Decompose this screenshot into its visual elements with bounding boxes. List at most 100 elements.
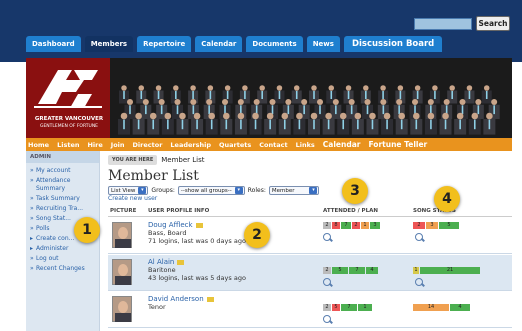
sidebar-heading: ADMIN	[26, 151, 99, 163]
member-role: Bass, Board	[148, 229, 187, 237]
tab-repertoire[interactable]: Repertoire	[137, 36, 192, 52]
attendance-segment: 7	[341, 304, 357, 311]
member-photo[interactable]	[112, 296, 132, 322]
sidebar-item-recent-changes[interactable]: Recent Changes	[26, 264, 99, 274]
nav-hire[interactable]: Hire	[87, 141, 102, 149]
mail-icon[interactable]	[206, 296, 214, 302]
member-name[interactable]: Doug Affleck	[148, 221, 203, 229]
member-role: Tenor	[148, 303, 166, 311]
sidebar-item-attendance-summary[interactable]: Attendance Summary	[26, 176, 99, 194]
attendance-bars: 2 8 7 2 1 3	[323, 222, 380, 229]
song-segment: 2	[413, 222, 425, 229]
sidebar-item-my-account[interactable]: My account	[26, 166, 99, 176]
breadcrumb-tag: YOU ARE HERE	[108, 155, 158, 165]
attendance-segment: 8	[332, 222, 340, 229]
sidebar-item-task-summary[interactable]: Task Summary	[26, 194, 99, 204]
nav-links[interactable]: Links	[296, 141, 315, 149]
song-segment: 14	[413, 304, 449, 311]
member-photo[interactable]	[112, 259, 132, 285]
member-name[interactable]: Al Alain	[148, 258, 185, 266]
nav-quartets[interactable]: Quartets	[219, 141, 251, 149]
site-logo[interactable]: GREATER VANCOUVER GENTLEMEN OF FORTUNE	[26, 58, 110, 138]
nav-home[interactable]: Home	[28, 141, 49, 149]
groups-label: Groups:	[151, 187, 175, 194]
magnifier-icon[interactable]	[415, 278, 423, 286]
song-segment: 4	[450, 304, 470, 311]
tab-news[interactable]: News	[306, 36, 340, 52]
attendance-segment: 1	[358, 304, 372, 311]
table-row: Al Alain Baritone 43 logins, last was 5 …	[108, 255, 512, 291]
search-input[interactable]	[414, 18, 472, 30]
groups-select[interactable]: --show all groups--	[177, 186, 245, 195]
tab-calendar[interactable]: Calendar	[195, 36, 243, 52]
attendance-segment: 7	[341, 222, 351, 229]
view-select[interactable]: List View	[108, 186, 149, 195]
main-tabs: Dashboard Members Repertoire Calendar Do…	[26, 36, 443, 52]
site-navigation: Home Listen Hire Join Director Leadershi…	[26, 138, 512, 151]
create-user-link[interactable]: Create new user	[108, 195, 157, 202]
member-role: Baritone	[148, 266, 176, 274]
table-row: Doug Affleck Bass, Board 71 logins, last…	[108, 218, 512, 254]
attendance-bars: 2 5 7 4	[323, 267, 378, 274]
member-logins: 43 logins, last was 5 days ago	[148, 274, 246, 282]
nav-leadership[interactable]: Leadership	[170, 141, 211, 149]
member-logins: 71 logins, last was 0 days ago	[148, 237, 246, 245]
magnifier-icon[interactable]	[323, 233, 331, 241]
nav-contact[interactable]: Contact	[259, 141, 287, 149]
roles-select[interactable]: Member	[268, 186, 320, 195]
col-attended[interactable]: ATTENDED / PLAN	[323, 208, 378, 214]
attendance-segment: 5	[332, 267, 348, 274]
song-segment: 3	[426, 222, 438, 229]
choir-photo	[110, 58, 512, 138]
attendance-segment: 2	[323, 267, 331, 274]
nav-listen[interactable]: Listen	[57, 141, 79, 149]
callout-badge-1: 1	[74, 217, 100, 243]
roles-label: Roles:	[247, 187, 266, 194]
main-content: YOU ARE HERE Member List Member List Lis…	[100, 151, 512, 331]
callout-badge-4: 4	[434, 186, 460, 212]
tab-dashboard[interactable]: Dashboard	[26, 36, 81, 52]
breadcrumb: YOU ARE HERE Member List	[108, 155, 205, 165]
magnifier-icon[interactable]	[323, 315, 331, 323]
page: Dashboard Members Repertoire Calendar Do…	[0, 0, 522, 331]
top-navigation: Dashboard Members Repertoire Calendar Do…	[0, 0, 522, 62]
song-status-bars: 1 21	[413, 267, 480, 274]
song-segment: 5	[439, 222, 459, 229]
mail-icon[interactable]	[195, 222, 203, 228]
page-title: Member List	[108, 168, 199, 184]
attendance-segment: 2	[352, 222, 360, 229]
logo-text-line2: GENTLEMEN OF FORTUNE	[39, 124, 99, 129]
tab-discussion-board[interactable]: Discussion Board	[343, 36, 443, 52]
search-button[interactable]: Search	[476, 16, 510, 31]
attendance-segment: 2	[323, 222, 331, 229]
attendance-segment: 5	[332, 304, 340, 311]
magnifier-icon[interactable]	[415, 233, 423, 241]
attendance-bars: 2 5 7 1	[323, 304, 372, 311]
sidebar-item-recruiting[interactable]: Recruiting Tra...	[26, 204, 99, 214]
nav-fortune-teller[interactable]: Fortune Teller	[368, 140, 427, 149]
breadcrumb-current: Member List	[161, 156, 205, 164]
nav-join[interactable]: Join	[111, 141, 125, 149]
song-status-bars: 2 3 5	[413, 222, 459, 229]
nav-director[interactable]: Director	[133, 141, 163, 149]
logo-text-line1: GREATER VANCOUVER	[34, 116, 104, 122]
song-segment: 21	[420, 267, 480, 274]
tab-documents[interactable]: Documents	[246, 36, 303, 52]
callout-badge-3: 3	[342, 178, 368, 204]
sidebar-item-administer[interactable]: Administer	[26, 244, 99, 254]
song-status-bars: 14 4	[413, 304, 470, 311]
col-profile: USER PROFILE INFO	[148, 208, 210, 214]
sidebar-item-log-out[interactable]: Log out	[26, 254, 99, 264]
attendance-segment: 1	[361, 222, 369, 229]
member-photo[interactable]	[112, 222, 132, 248]
attendance-segment: 7	[349, 267, 365, 274]
mail-icon[interactable]	[177, 259, 185, 265]
header-banner: GREATER VANCOUVER GENTLEMEN OF FORTUNE	[26, 58, 512, 138]
attendance-segment: 3	[370, 222, 380, 229]
nav-calendar[interactable]: Calendar	[323, 140, 361, 149]
tab-members[interactable]: Members	[84, 36, 134, 52]
col-picture: PICTURE	[110, 208, 137, 214]
member-name[interactable]: David Anderson	[148, 295, 214, 303]
attendance-segment: 4	[366, 267, 378, 274]
magnifier-icon[interactable]	[323, 278, 331, 286]
